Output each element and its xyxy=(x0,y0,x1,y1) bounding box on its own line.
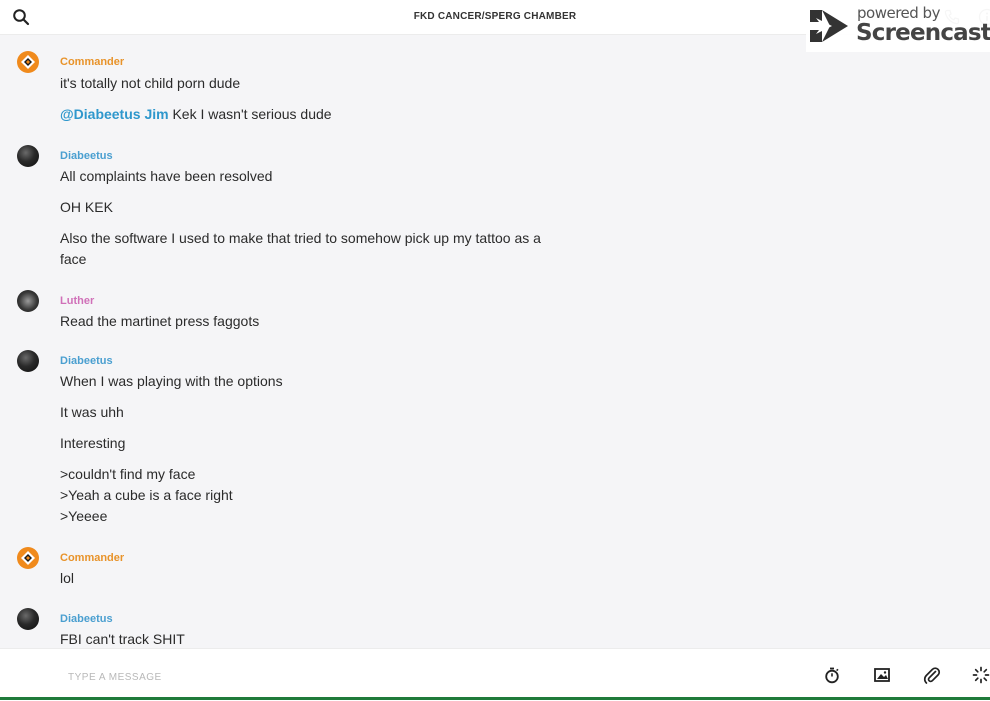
username[interactable]: Diabeetus xyxy=(60,613,113,625)
paperclip-icon[interactable] xyxy=(923,666,941,684)
timer-icon[interactable] xyxy=(823,666,841,684)
message-text: Interesting xyxy=(60,433,580,454)
message-text: It was uhh xyxy=(60,402,580,423)
message-text: Also the software I used to make that tr… xyxy=(60,228,580,249)
avatar[interactable] xyxy=(17,51,39,73)
message-input[interactable] xyxy=(66,667,770,687)
avatar[interactable] xyxy=(17,290,39,312)
message-text: >Yeeee xyxy=(60,506,580,527)
message-text-span: Kek I wasn't serious dude xyxy=(169,106,332,122)
message-composer xyxy=(0,648,990,701)
loading-icon[interactable] xyxy=(972,666,990,684)
user-mention[interactable]: @Diabeetus Jim xyxy=(60,106,169,122)
message-text: >couldn't find my face xyxy=(60,464,580,485)
username[interactable]: Diabeetus xyxy=(60,355,113,367)
image-icon[interactable] xyxy=(873,666,891,684)
username[interactable]: Commander xyxy=(60,552,124,564)
avatar[interactable] xyxy=(17,608,39,630)
username[interactable]: Luther xyxy=(60,295,94,307)
avatar[interactable] xyxy=(17,350,39,372)
message-list: Commander it's totally not child porn du… xyxy=(0,34,990,648)
message-text: face xyxy=(60,249,580,270)
username[interactable]: Diabeetus xyxy=(60,150,113,162)
message-text: All complaints have been resolved xyxy=(60,166,580,187)
message-text: lol xyxy=(60,568,580,589)
message-text: FBI can't track SHIT xyxy=(60,629,580,648)
avatar[interactable] xyxy=(17,547,39,569)
message-text: OH KEK xyxy=(60,197,580,218)
message-text: Read the martinet press faggots xyxy=(60,311,580,332)
message-text: @Diabeetus Jim Kek I wasn't serious dude xyxy=(60,104,580,125)
message-text: it's totally not child porn dude xyxy=(60,73,580,94)
message-text: >Yeah a cube is a face right xyxy=(60,485,580,506)
message-text: When I was playing with the options xyxy=(60,371,580,392)
avatar[interactable] xyxy=(17,145,39,167)
username[interactable]: Commander xyxy=(60,56,124,68)
